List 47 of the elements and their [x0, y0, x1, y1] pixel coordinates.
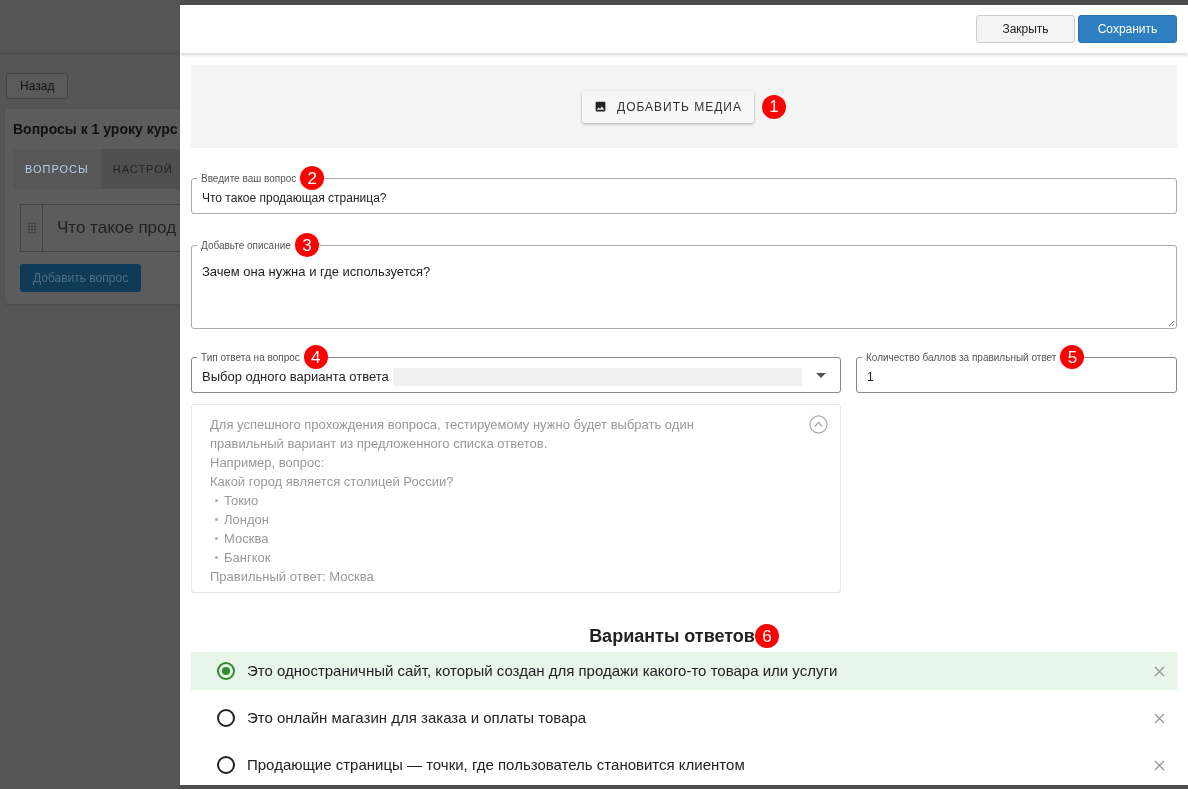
resize-handle-icon[interactable] — [1168, 320, 1175, 327]
close-icon[interactable] — [1154, 665, 1165, 677]
answer-text: Это онлайн магазин для заказа и оплаты товара — [247, 707, 588, 728]
bullet-icon — [215, 518, 218, 521]
field-value: Зачем она нужна и где используется? — [202, 264, 431, 279]
info-text: Лондон — [224, 510, 269, 529]
number-marker: 1 — [762, 94, 786, 119]
field-value: Что такое продающая страница? — [202, 189, 387, 207]
field-label: Добавьте описание — [197, 237, 295, 253]
image-icon — [594, 100, 607, 113]
info-text: Токио — [224, 491, 259, 510]
bullet-icon — [215, 556, 218, 559]
answer-text: Продающие страницы — точки, где пользователь становится клиентом — [247, 754, 746, 775]
info-text: Правильный ответ: Москва — [210, 568, 374, 586]
number-marker: 4 — [303, 345, 328, 369]
add-media-button[interactable]: ДОБАВИТЬ МЕДИА — [582, 90, 754, 123]
field-value: 1 — [867, 368, 874, 386]
radio-button[interactable] — [217, 756, 235, 774]
close-icon[interactable] — [1154, 712, 1165, 724]
number-marker: 3 — [294, 233, 319, 257]
answer-row[interactable]: Это одностраничный сайт, который создан для продажи какого-то товара или услуги — [191, 652, 1177, 690]
number-marker: 2 — [300, 166, 325, 190]
close-icon[interactable] — [1154, 759, 1165, 771]
card-title: Вопросы к 1 уроку курс — [12, 119, 179, 139]
info-text: Бангкок — [224, 548, 271, 567]
info-text: Москва — [224, 529, 269, 548]
number-marker: 5 — [1060, 345, 1085, 369]
select-value: Выбор одного варианта ответа — [202, 367, 389, 386]
info-text: Для успешного прохождения вопроса, тестируемому нужно будет выбрать один — [210, 416, 694, 434]
bullet-icon — [215, 537, 218, 540]
radio-button[interactable] — [217, 709, 235, 727]
section-title: Варианты ответов — [589, 624, 755, 648]
tab[interactable]: ВОПРОСЫ — [13, 149, 101, 189]
dropdown-caret-icon — [816, 372, 826, 378]
close-button[interactable]: Закрыть — [976, 15, 1075, 43]
info-text: Например, вопрос: — [210, 454, 325, 472]
info-text: правильный вариант из предложенного списка ответов. — [210, 435, 548, 453]
save-button[interactable]: Сохранить — [1078, 15, 1177, 43]
question-title: Что такое прод — [56, 217, 178, 240]
number-marker: 6 — [754, 624, 779, 648]
radio-button[interactable] — [217, 662, 235, 680]
field-label: Количество баллов за правильный ответ — [862, 349, 1061, 365]
answer-text: Это одностраничный сайт, который создан для продажи какого-то товара или услуги — [247, 660, 839, 681]
bullet-icon — [215, 499, 218, 502]
info-text: Какой город является столицей России? — [210, 473, 454, 491]
collapse-icon[interactable] — [809, 415, 828, 434]
drag-handle-icon[interactable] — [26, 222, 37, 234]
